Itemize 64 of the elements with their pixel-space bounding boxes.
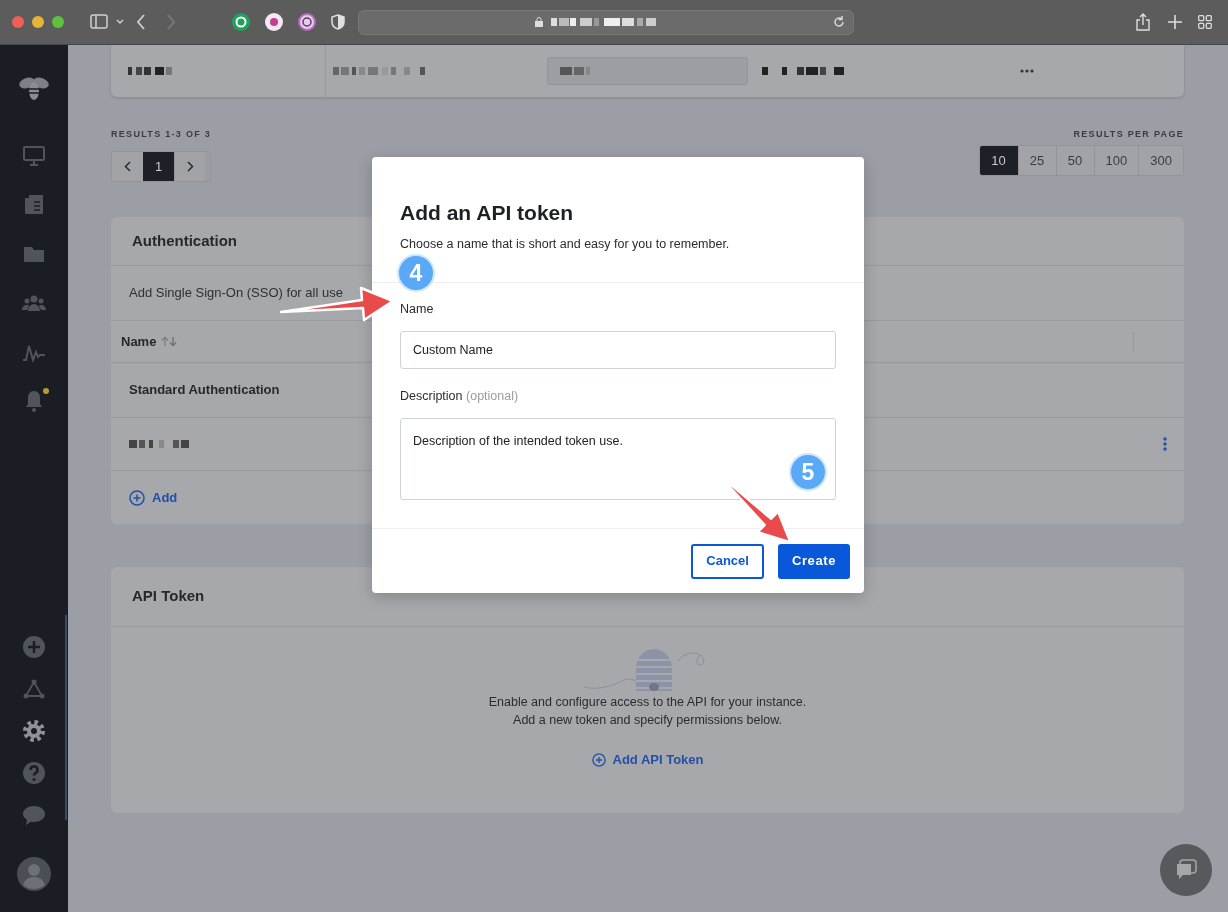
sort-icon[interactable] (161, 336, 178, 347)
minimize-window-button[interactable] (32, 16, 44, 28)
chat-bubble-icon (1174, 858, 1198, 882)
cancel-button[interactable]: Cancel (691, 543, 764, 579)
name-input[interactable]: Custom Name (400, 331, 836, 369)
extension-icon[interactable] (298, 13, 316, 31)
chevron-right-icon (186, 161, 194, 172)
avatar-icon[interactable] (17, 857, 51, 891)
plus-circle-icon (129, 489, 145, 506)
per-page-option[interactable]: 300 (1138, 146, 1183, 175)
shield-icon[interactable] (331, 14, 345, 30)
table-cell-text: Standard Authentication (129, 381, 280, 400)
per-page-option[interactable]: 10 (979, 146, 1018, 175)
share-icon[interactable] (1136, 13, 1150, 31)
help-icon[interactable] (22, 761, 46, 785)
plus-circle-icon (591, 752, 606, 767)
redacted-text (128, 67, 172, 75)
back-icon[interactable] (136, 14, 146, 30)
sidebar-toggle-icon[interactable] (90, 14, 124, 30)
kebab-menu-icon[interactable] (1163, 437, 1167, 451)
per-page-label: RESULTS PER PAGE (1073, 128, 1184, 140)
column-header[interactable]: Name (121, 331, 157, 352)
page-button[interactable]: 1 (143, 152, 174, 181)
field-hint: (optional) (466, 389, 519, 403)
network-icon[interactable] (22, 677, 46, 701)
tab-overview-icon[interactable] (1198, 15, 1212, 29)
plus-icon[interactable] (22, 635, 46, 659)
results-count: RESULTS 1-3 OF 3 (111, 128, 212, 140)
book-icon[interactable] (22, 192, 46, 217)
create-button[interactable]: Create (777, 543, 850, 579)
empty-state-text: Add a new token and specify permissions below. (513, 712, 782, 729)
card-title: API Token (132, 586, 205, 607)
chat-button[interactable] (1160, 844, 1212, 896)
card-title: Authentication (132, 230, 237, 251)
monitor-icon[interactable] (22, 143, 46, 168)
previous-page-button[interactable] (112, 152, 143, 181)
field-label: Description (400, 389, 463, 403)
per-page-option[interactable]: 25 (1017, 146, 1056, 175)
add-api-token-link[interactable]: Add API Token (591, 750, 704, 770)
modal-title: Add an API token (400, 201, 575, 225)
reload-icon[interactable] (833, 16, 845, 28)
field-label: Name (400, 302, 434, 316)
redacted-text (560, 67, 590, 75)
zoom-window-button[interactable] (52, 16, 64, 28)
settings-icon[interactable] (22, 719, 46, 743)
new-tab-icon[interactable] (1168, 15, 1182, 29)
modal-subtitle: Choose a name that is short and easy for you to remember. (400, 236, 731, 253)
lock-icon (535, 17, 543, 27)
next-page-button[interactable] (174, 152, 205, 181)
bee-logo-icon[interactable] (18, 75, 50, 101)
extension-icon[interactable] (232, 13, 250, 31)
redacted-text (129, 440, 189, 448)
per-page-option[interactable]: 100 (1093, 146, 1139, 175)
per-page-option[interactable]: 50 (1055, 146, 1094, 175)
close-window-button[interactable] (12, 16, 24, 28)
empty-state-text: Enable and configure access to the API for your instance. (488, 694, 807, 711)
extension-icon[interactable] (265, 13, 283, 31)
card-description: Add Single Sign-On (SSO) for all use (129, 284, 343, 303)
chevron-left-icon (124, 161, 131, 172)
chat-icon[interactable] (22, 803, 46, 827)
add-link[interactable]: Add (129, 487, 178, 508)
more-icon[interactable] (1020, 69, 1034, 73)
address-bar[interactable] (358, 9, 854, 35)
select-field[interactable] (547, 57, 748, 85)
